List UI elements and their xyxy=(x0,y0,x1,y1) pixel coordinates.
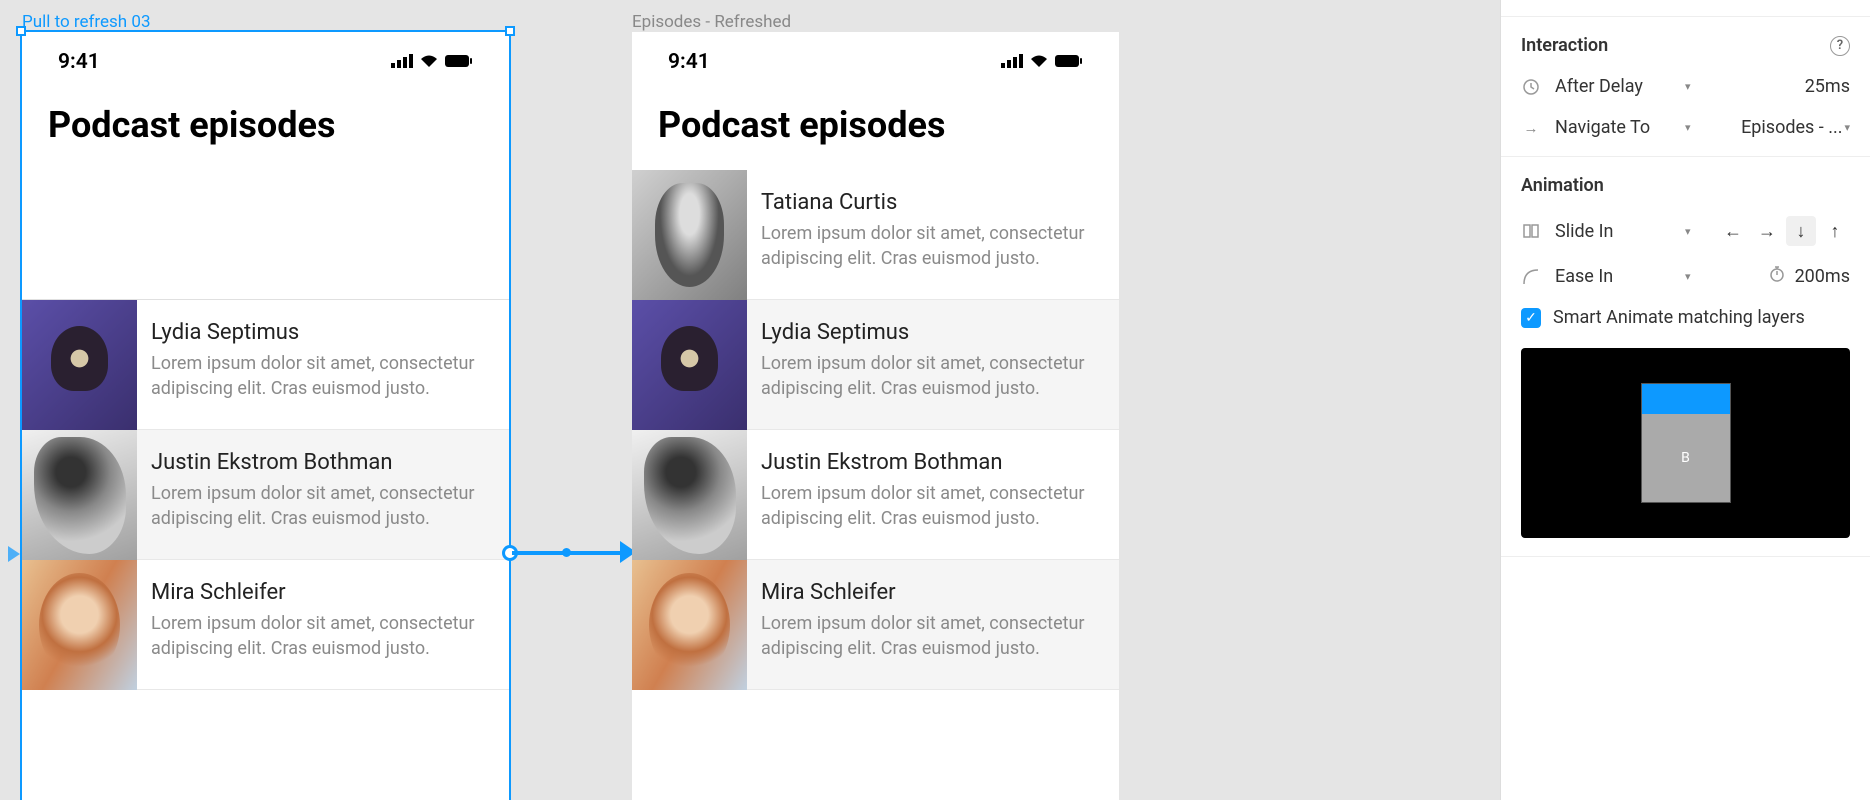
design-canvas[interactable]: Pull to refresh 03 9:41 Podcast episodes… xyxy=(0,0,1500,800)
trigger-value[interactable]: 25ms xyxy=(1805,76,1850,97)
status-bar: 9:41 xyxy=(22,32,509,92)
avatar xyxy=(632,300,747,430)
direction-right-button[interactable]: → xyxy=(1752,216,1782,246)
easing-row[interactable]: Ease In ▾ 200ms xyxy=(1521,266,1850,287)
animation-header: Animation xyxy=(1521,175,1604,196)
episode-desc: Lorem ipsum dolor sit amet, consectetur … xyxy=(151,481,495,531)
clock-icon xyxy=(1521,79,1541,95)
episode-row: Mira Schleifer Lorem ipsum dolor sit ame… xyxy=(632,560,1119,690)
status-time: 9:41 xyxy=(58,50,100,74)
episode-row: Tatiana Curtis Lorem ipsum dolor sit ame… xyxy=(632,170,1119,300)
episode-row: Justin Ekstrom Bothman Lorem ipsum dolor… xyxy=(632,430,1119,560)
action-value[interactable]: Episodes - ... xyxy=(1741,117,1842,138)
episode-desc: Lorem ipsum dolor sit amet, consectetur … xyxy=(761,351,1105,401)
direction-down-button[interactable]: ↓ xyxy=(1786,216,1816,246)
incoming-connection-arrow-icon xyxy=(8,546,20,562)
frame-pull-to-refresh[interactable]: Pull to refresh 03 9:41 Podcast episodes… xyxy=(22,32,509,800)
action-row[interactable]: → Navigate To ▾ Episodes - ... ▾ xyxy=(1521,117,1850,138)
episode-name: Justin Ekstrom Bothman xyxy=(151,450,495,475)
trigger-row[interactable]: After Delay ▾ 25ms xyxy=(1521,76,1850,97)
smart-animate-label: Smart Animate matching layers xyxy=(1553,307,1805,328)
episode-desc: Lorem ipsum dolor sit amet, consectetur … xyxy=(761,481,1105,531)
episode-desc: Lorem ipsum dolor sit amet, consectetur … xyxy=(761,221,1105,271)
help-icon[interactable]: ? xyxy=(1830,36,1850,56)
stopwatch-icon xyxy=(1769,266,1785,287)
avatar xyxy=(22,300,137,430)
preview-header-bar xyxy=(1642,384,1730,414)
slide-in-icon xyxy=(1521,223,1541,239)
episode-row: Lydia Septimus Lorem ipsum dolor sit ame… xyxy=(632,300,1119,430)
avatar xyxy=(22,560,137,690)
status-time: 9:41 xyxy=(668,50,710,74)
properties-panel: Interaction ? After Delay ▾ 25ms → Navig… xyxy=(1500,0,1870,800)
frame-label-right[interactable]: Episodes - Refreshed xyxy=(632,12,791,32)
episode-desc: Lorem ipsum dolor sit amet, consectetur … xyxy=(151,611,495,661)
frame-episodes-refreshed[interactable]: Episodes - Refreshed 9:41 Podcast episod… xyxy=(632,32,1119,800)
chevron-down-icon: ▾ xyxy=(1685,80,1691,93)
easing-label: Ease In xyxy=(1555,266,1675,287)
battery-icon xyxy=(445,50,473,74)
avatar xyxy=(22,430,137,560)
direction-left-button[interactable]: ← xyxy=(1718,216,1748,246)
animation-preview: B xyxy=(1521,348,1850,538)
episode-row: Mira Schleifer Lorem ipsum dolor sit ame… xyxy=(22,560,509,690)
episode-name: Tatiana Curtis xyxy=(761,190,1105,215)
status-bar: 9:41 xyxy=(632,32,1119,92)
episode-row: Justin Ekstrom Bothman Lorem ipsum dolor… xyxy=(22,430,509,560)
prototype-connection-midpoint[interactable] xyxy=(562,548,571,557)
animation-type-row[interactable]: Slide In ▾ ← → ↓ ↑ xyxy=(1521,216,1850,246)
easing-curve-icon xyxy=(1521,269,1541,285)
chevron-down-icon: ▾ xyxy=(1844,121,1850,134)
battery-icon xyxy=(1055,50,1083,74)
signal-icon xyxy=(1001,50,1023,74)
duration-value[interactable]: 200ms xyxy=(1795,266,1850,287)
chevron-down-icon: ▾ xyxy=(1685,225,1691,238)
episode-name: Lydia Septimus xyxy=(761,320,1105,345)
trigger-label: After Delay xyxy=(1555,76,1675,97)
frame-label-left[interactable]: Pull to refresh 03 xyxy=(22,12,151,32)
action-label: Navigate To xyxy=(1555,117,1675,138)
episode-name: Mira Schleifer xyxy=(761,580,1105,605)
animation-section: Animation Slide In ▾ ← → ↓ ↑ Ease In ▾ 2… xyxy=(1501,157,1870,557)
page-title: Podcast episodes xyxy=(632,92,1119,170)
episode-row: Lydia Septimus Lorem ipsum dolor sit ame… xyxy=(22,300,509,430)
episode-name: Justin Ekstrom Bothman xyxy=(761,450,1105,475)
interaction-section: Interaction ? After Delay ▾ 25ms → Navig… xyxy=(1501,17,1870,157)
episode-desc: Lorem ipsum dolor sit amet, consectetur … xyxy=(151,351,495,401)
arrow-right-icon: → xyxy=(1521,119,1541,137)
interaction-header: Interaction xyxy=(1521,35,1608,56)
direction-up-button[interactable]: ↑ xyxy=(1820,216,1850,246)
page-title: Podcast episodes xyxy=(22,92,509,170)
chevron-down-icon: ▾ xyxy=(1685,121,1691,134)
episode-name: Lydia Septimus xyxy=(151,320,495,345)
avatar xyxy=(632,430,747,560)
episode-desc: Lorem ipsum dolor sit amet, consectetur … xyxy=(761,611,1105,661)
wifi-icon xyxy=(1029,50,1049,74)
smart-animate-checkbox[interactable]: ✓ xyxy=(1521,308,1541,328)
wifi-icon xyxy=(419,50,439,74)
animation-type-label: Slide In xyxy=(1555,221,1675,242)
pull-refresh-gap xyxy=(22,170,509,300)
episode-name: Mira Schleifer xyxy=(151,580,495,605)
resize-handle-tl[interactable] xyxy=(16,26,26,36)
resize-handle-tr[interactable] xyxy=(505,26,515,36)
avatar xyxy=(632,560,747,690)
smart-animate-row[interactable]: ✓ Smart Animate matching layers xyxy=(1521,307,1850,328)
chevron-down-icon: ▾ xyxy=(1685,270,1691,283)
avatar xyxy=(632,170,747,300)
signal-icon xyxy=(391,50,413,74)
preview-body: B xyxy=(1642,414,1730,502)
